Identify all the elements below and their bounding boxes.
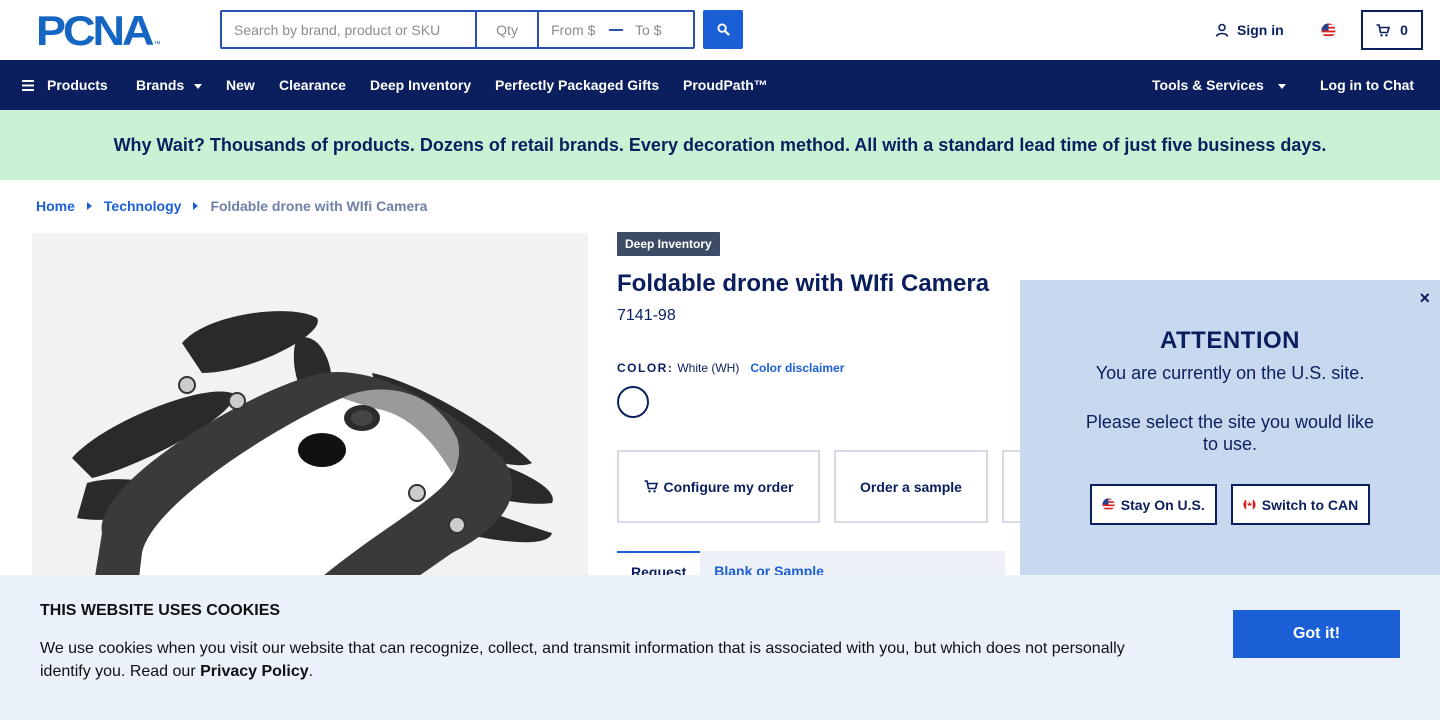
cookie-text-end: . [308, 663, 314, 680]
cart-count: 0 [1400, 22, 1408, 38]
switch-can-button[interactable]: Switch to CAN [1230, 484, 1371, 525]
site-selector-popup: × ATTENTION You are currently on the U.S… [1020, 280, 1440, 575]
promo-text: Why Wait? Thousands of products. Dozens … [113, 134, 1327, 155]
color-label: COLOR: [617, 361, 674, 375]
color-disclaimer-link[interactable]: Color disclaimer [750, 361, 844, 375]
nav-products-label: Products [47, 77, 108, 93]
product-sku: 7141-98 [617, 307, 676, 324]
nav-tools[interactable]: Tools & Services [1152, 60, 1286, 110]
nav-clearance[interactable]: Clearance [279, 60, 346, 110]
attention-heading: ATTENTION [1159, 327, 1301, 354]
configure-order-button[interactable]: Configure my order [617, 450, 820, 523]
sign-in-link[interactable]: Sign in [1215, 22, 1284, 38]
privacy-policy-link[interactable]: Privacy Policy [200, 663, 309, 680]
search-bar [220, 10, 695, 49]
breadcrumb-category[interactable]: Technology [104, 198, 182, 214]
us-flag-icon[interactable] [1321, 23, 1336, 43]
header: PCNA ™ Sign in [0, 0, 1440, 60]
attention-line1: You are currently on the U.S. site. [1095, 363, 1365, 383]
nav-products[interactable]: Products [22, 60, 108, 110]
nav-new[interactable]: New [226, 60, 255, 110]
breadcrumb: Home Technology Foldable drone with WIfi… [36, 198, 427, 214]
nav-tools-label: Tools & Services [1152, 77, 1264, 93]
cart-icon [1376, 23, 1391, 36]
nav-brands-label: Brands [136, 77, 185, 93]
price-to-input[interactable] [623, 12, 693, 47]
main-nav: Products Brands New Clearance Deep Inven… [0, 60, 1440, 110]
nav-proudpath[interactable]: ProudPath™ [683, 60, 768, 110]
promo-banner: Why Wait? Thousands of products. Dozens … [0, 110, 1440, 180]
product-title: Foldable drone with WIfi Camera [617, 270, 990, 297]
configure-order-label: Configure my order [663, 478, 794, 495]
nav-deep-inventory[interactable]: Deep Inventory [370, 60, 471, 110]
search-input[interactable] [222, 12, 478, 47]
order-sample-label: Order a sample [860, 478, 962, 495]
color-swatch-white[interactable] [617, 386, 649, 418]
price-from-input[interactable] [539, 12, 610, 47]
switch-can-label: Switch to CAN [1261, 496, 1359, 513]
close-icon[interactable]: × [1419, 288, 1430, 309]
nav-brands[interactable]: Brands [136, 60, 203, 110]
pcna-logo[interactable]: PCNA ™ [36, 7, 161, 54]
user-icon [1215, 23, 1229, 37]
hamburger-icon [22, 79, 34, 91]
us-flag-icon [1102, 498, 1115, 511]
color-value: White (WH) [677, 361, 740, 375]
breadcrumb-current: Foldable drone with WIfi Camera [210, 198, 428, 214]
price-range-dash [609, 28, 623, 31]
cookie-text: We use cookies when you visit our websit… [40, 637, 1150, 683]
color-row: COLOR: White (WH) Color disclaimer [617, 361, 844, 375]
breadcrumb-home[interactable]: Home [36, 198, 75, 214]
stay-us-label: Stay On U.S. [1120, 496, 1205, 513]
logo-text: PCNA [36, 7, 155, 54]
deep-inventory-badge: Deep Inventory [617, 232, 720, 256]
attention-line2: Please select the site you would like to… [1085, 412, 1375, 454]
search-icon [716, 23, 730, 36]
chevron-down-icon [1277, 83, 1286, 89]
logo-tm: ™ [153, 41, 161, 48]
sign-in-label: Sign in [1237, 22, 1284, 38]
nav-chat[interactable]: Log in to Chat [1320, 60, 1414, 110]
nav-gifts[interactable]: Perfectly Packaged Gifts [495, 60, 659, 110]
cookie-banner: THIS WEBSITE USES COOKIES We use cookies… [0, 575, 1440, 720]
search-button[interactable] [703, 10, 743, 49]
chevron-down-icon [194, 83, 203, 89]
stay-us-button[interactable]: Stay On U.S. [1089, 484, 1217, 525]
cart-button[interactable]: 0 [1361, 10, 1423, 50]
order-sample-button[interactable]: Order a sample [834, 450, 988, 523]
cookie-title: THIS WEBSITE USES COOKIES [40, 602, 281, 619]
canada-flag-icon [1243, 498, 1256, 511]
caret-right-icon [193, 202, 199, 210]
got-it-button[interactable]: Got it! [1233, 610, 1400, 658]
caret-right-icon [86, 202, 92, 210]
attention-buttons: Stay On U.S. Switch to CAN [1020, 484, 1440, 525]
cart-icon [644, 480, 658, 493]
qty-input[interactable] [477, 12, 540, 47]
